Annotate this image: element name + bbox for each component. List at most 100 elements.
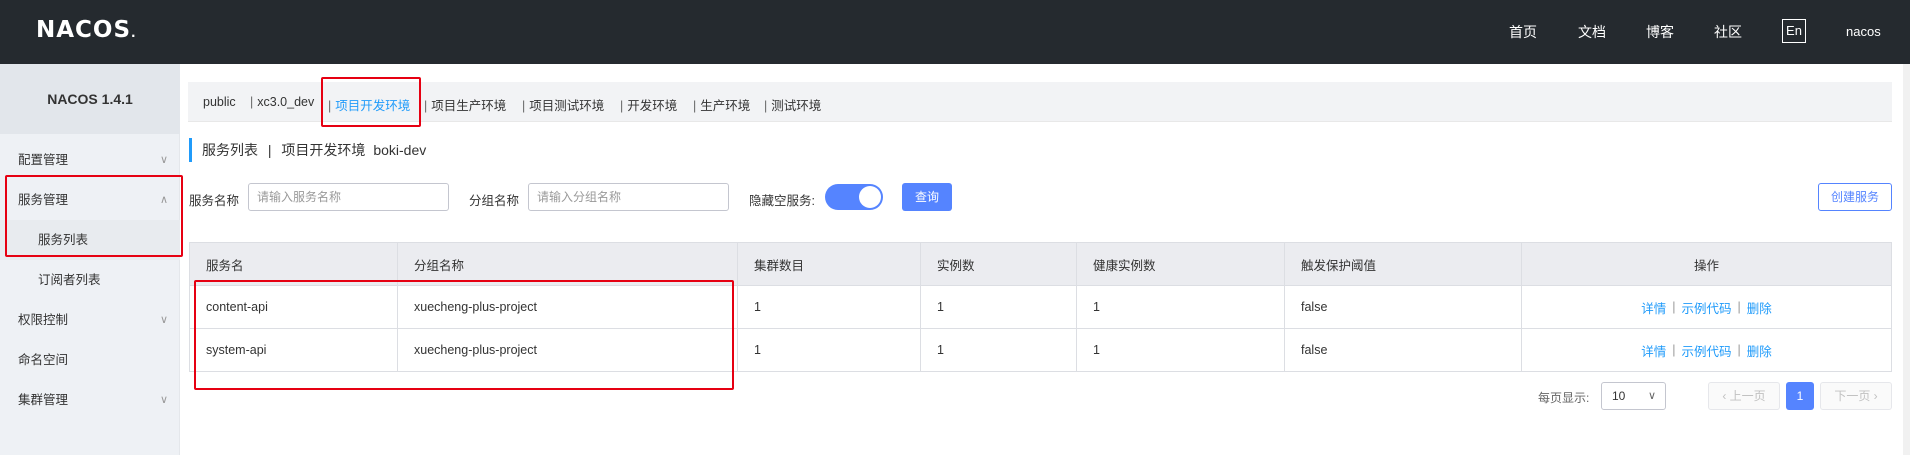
page-title-separator: | — [267, 142, 272, 158]
namespace-label: 测试环境 — [771, 99, 822, 113]
namespace-tab-prod[interactable]: | 生产环境 — [693, 95, 750, 114]
chevron-down-icon: ∨ — [159, 394, 168, 406]
annotation-box-service-rows — [194, 280, 734, 390]
chevron-down-icon: ∨ — [159, 314, 168, 326]
namespace-label: 开发环境 — [627, 99, 678, 113]
service-name-input[interactable]: 请输入服务名称 — [248, 183, 449, 211]
page-namespace-id: boki-dev — [373, 142, 427, 158]
delete-link[interactable]: 删除 — [1747, 298, 1772, 317]
group-name-input[interactable]: 请输入分组名称 — [528, 183, 729, 211]
sidebar-item-subscriber-list[interactable]: 订阅者列表 — [0, 260, 180, 300]
sidebar-version-title: NACOS 1.4.1 — [0, 64, 180, 134]
column-header: 触发保护阈值 — [1285, 243, 1522, 285]
namespace-tab-project-test[interactable]: | 项目测试环境 — [522, 95, 604, 114]
sidebar-item-label: 命名空间 — [18, 353, 69, 367]
delete-link[interactable]: 删除 — [1747, 341, 1772, 360]
annotation-box-namespace — [321, 77, 421, 127]
prev-page-button[interactable]: ‹ 上一页 — [1708, 382, 1780, 410]
chevron-left-icon: ‹ — [1722, 389, 1727, 403]
column-header: 服务名 — [190, 243, 398, 285]
actions-cell: 详情 | 示例代码 | 删除 — [1522, 329, 1891, 371]
namespace-separator: | — [250, 95, 254, 109]
top-navbar: NACOS. 首页 文档 博客 社区 En nacos — [0, 0, 1910, 64]
namespace-label: 项目测试环境 — [529, 99, 605, 113]
action-separator: | — [1737, 300, 1741, 314]
vertical-scrollbar[interactable] — [1903, 64, 1910, 455]
healthy-instance-count-cell: 1 — [1077, 286, 1285, 328]
nav-docs-link[interactable]: 文档 — [1578, 22, 1606, 42]
page-title: 服务列表 | 项目开发环境 boki-dev — [189, 138, 426, 162]
instance-count-cell: 1 — [921, 286, 1077, 328]
table-header: 服务名 分组名称 集群数目 实例数 健康实例数 触发保护阈值 操作 — [190, 243, 1891, 285]
sidebar-item-label: 配置管理 — [18, 153, 69, 167]
namespace-tab-dev[interactable]: | 开发环境 — [620, 95, 677, 114]
actions-cell: 详情 | 示例代码 | 删除 — [1522, 286, 1891, 328]
service-name-label: 服务名称 — [189, 194, 240, 208]
sidebar-item-cluster-management[interactable]: 集群管理 ∨ — [0, 380, 180, 420]
logo-dot: . — [131, 26, 137, 40]
instance-count-cell: 1 — [921, 329, 1077, 371]
column-header: 操作 — [1693, 258, 1719, 273]
toggle-knob — [859, 186, 881, 208]
nav-community-link[interactable]: 社区 — [1714, 22, 1742, 42]
namespace-tab-public[interactable]: public — [203, 95, 236, 109]
protect-threshold-cell: false — [1285, 286, 1522, 328]
sidebar-item-label: 订阅者列表 — [38, 273, 101, 287]
next-page-label: 下一页 — [1834, 389, 1871, 403]
namespace-separator: | — [424, 99, 428, 113]
namespace-separator: | — [693, 99, 697, 113]
group-name-label: 分组名称 — [469, 194, 520, 208]
sidebar-item-access-control[interactable]: 权限控制 ∨ — [0, 300, 180, 340]
action-separator: | — [1672, 343, 1676, 357]
sidebar-item-label: 权限控制 — [18, 313, 69, 327]
page-namespace-name: 项目开发环境 — [281, 142, 366, 158]
sample-code-link[interactable]: 示例代码 — [1681, 298, 1731, 317]
namespace-tabs: public | xc3.0_dev | 项目开发环境 | 项目生产环境 | 项目测试环… — [188, 82, 1892, 122]
nav-blog-link[interactable]: 博客 — [1646, 22, 1674, 42]
healthy-instance-count-cell: 1 — [1077, 329, 1285, 371]
page-size-select[interactable]: 10 ∨ — [1601, 382, 1666, 410]
namespace-label: 生产环境 — [700, 99, 751, 113]
namespace-tab-test[interactable]: | 测试环境 — [764, 95, 821, 114]
column-header: 分组名称 — [398, 243, 738, 285]
page-title-text: 服务列表 — [202, 142, 258, 158]
sidebar-item-namespace[interactable]: 命名空间 — [0, 340, 180, 380]
user-menu[interactable]: nacos — [1846, 24, 1881, 39]
hide-empty-services-toggle[interactable] — [825, 184, 883, 210]
detail-link[interactable]: 详情 — [1641, 298, 1666, 317]
hide-empty-services-label: 隐藏空服务: — [749, 194, 815, 208]
language-switch-button[interactable]: En — [1782, 19, 1806, 43]
sidebar-item-config-management[interactable]: 配置管理 ∨ — [0, 140, 180, 180]
chevron-down-icon: ∨ — [1647, 390, 1656, 402]
namespace-tab-xc3-dev[interactable]: | xc3.0_dev — [250, 95, 314, 109]
sample-code-link[interactable]: 示例代码 — [1681, 341, 1731, 360]
namespace-separator: | — [620, 99, 624, 113]
namespace-label: 项目生产环境 — [431, 99, 507, 113]
query-button[interactable]: 查询 — [902, 183, 952, 211]
namespace-label: xc3.0_dev — [257, 95, 315, 109]
sidebar-item-label: 集群管理 — [18, 393, 69, 407]
column-header: 健康实例数 — [1077, 243, 1285, 285]
column-header: 实例数 — [921, 243, 1077, 285]
sidebar: NACOS 1.4.1 配置管理 ∨ 服务管理 ∧ 服务列表 订阅者列表 权限控… — [0, 64, 180, 455]
page-size-label: 每页显示: — [1538, 391, 1590, 405]
prev-page-label: 上一页 — [1729, 389, 1766, 403]
nacos-logo[interactable]: NACOS. — [36, 17, 137, 43]
logo-text: NACOS — [36, 17, 132, 43]
chevron-down-icon: ∨ — [159, 154, 168, 166]
namespace-tab-project-prod[interactable]: | 项目生产环境 — [424, 95, 506, 114]
nav-home-link[interactable]: 首页 — [1509, 22, 1537, 42]
cluster-count-cell: 1 — [738, 286, 921, 328]
namespace-separator: | — [522, 99, 526, 113]
annotation-box-service-menu — [5, 175, 183, 257]
action-separator: | — [1672, 300, 1676, 314]
create-service-button[interactable]: 创建服务 — [1818, 183, 1892, 211]
detail-link[interactable]: 详情 — [1641, 341, 1666, 360]
page-size-value: 10 — [1612, 389, 1626, 403]
next-page-button[interactable]: 下一页 › — [1820, 382, 1892, 410]
protect-threshold-cell: false — [1285, 329, 1522, 371]
chevron-right-icon: › — [1873, 389, 1878, 403]
page-number-button[interactable]: 1 — [1786, 382, 1814, 410]
namespace-separator: | — [764, 99, 768, 113]
cluster-count-cell: 1 — [738, 329, 921, 371]
